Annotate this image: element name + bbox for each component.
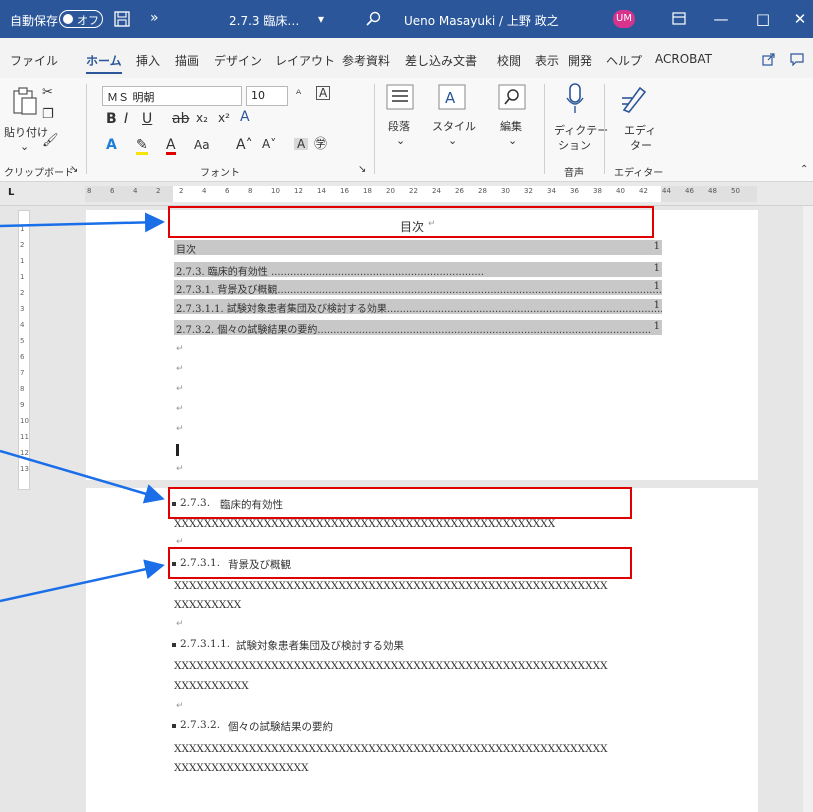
annotation-arrows — [0, 212, 165, 603]
annotation-arrow — [0, 449, 165, 504]
annotation-arrow — [0, 559, 165, 603]
annotation-arrow — [0, 212, 165, 233]
